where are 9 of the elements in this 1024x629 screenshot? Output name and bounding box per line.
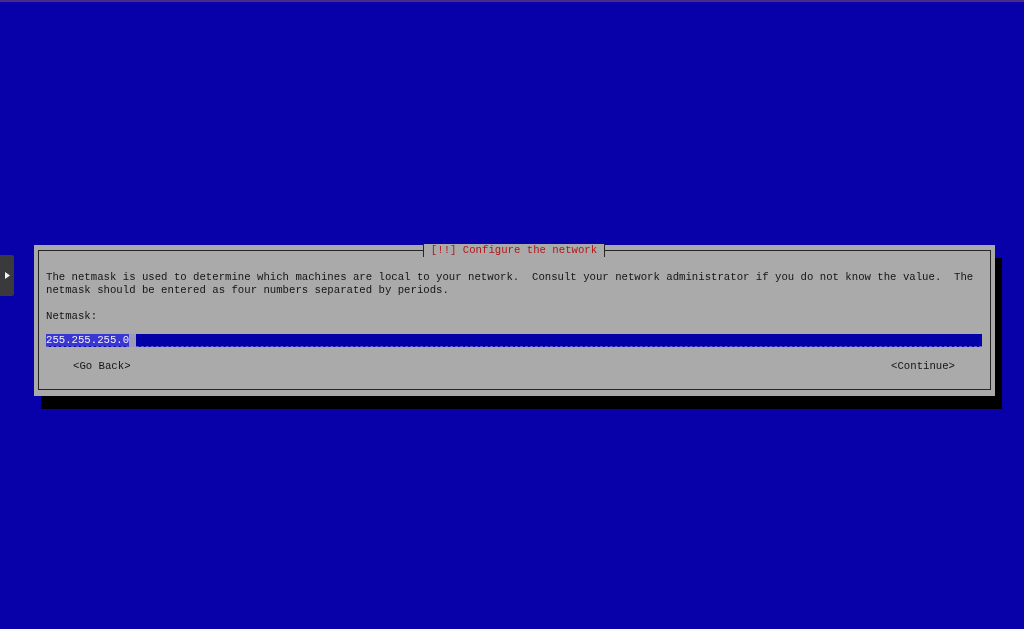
caret-right-icon: [4, 272, 10, 279]
description-text: The netmask is used to determine which machines are local to your network. Consult your network administrator if you do not know the value. The netmask should be entered as four numbers separated by periods.: [46, 271, 975, 297]
netmask-field[interactable]: 255.255.255.0: [46, 334, 982, 347]
side-panel-handle[interactable]: [0, 255, 14, 296]
dialog-title: [!!] Configure the network: [423, 244, 605, 257]
field-label: Netmask:: [46, 310, 99, 323]
dialog-button[interactable]: <Go Back>: [73, 360, 131, 373]
text-cursor-icon: [129, 334, 136, 347]
dialog-button[interactable]: <Continue>: [891, 360, 955, 373]
